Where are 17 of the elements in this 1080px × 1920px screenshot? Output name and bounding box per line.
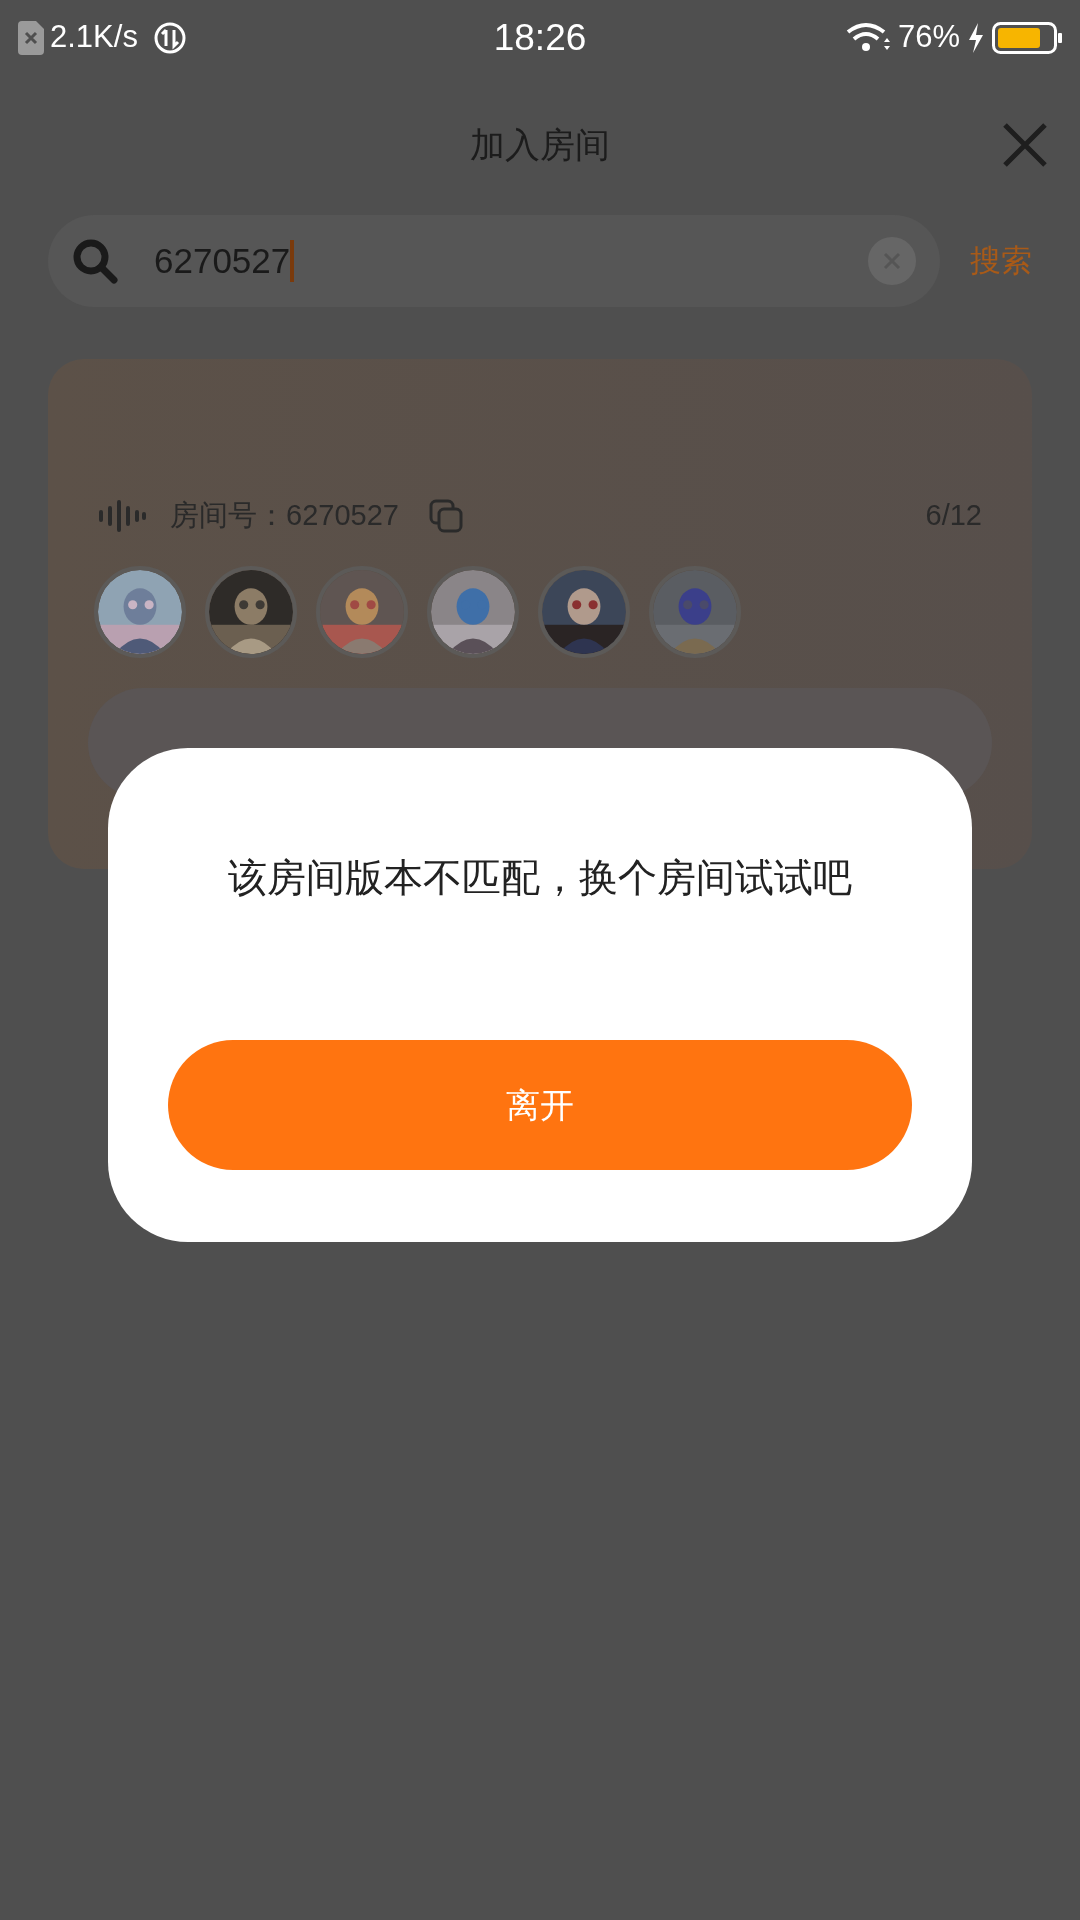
clock: 18:26 [493,15,587,60]
battery-percentage: 76% [897,18,960,57]
search-text: 6270527 [154,239,291,282]
wifi-icon [845,21,890,54]
search-icon [72,238,118,284]
text-cursor [290,240,295,282]
close-icon [1002,122,1048,168]
search-button[interactable]: 搜索 [970,237,1032,285]
data-transfer-icon [153,21,186,54]
battery-icon [992,21,1062,54]
network-speed: 2.1K/s [50,18,138,57]
copy-icon[interactable] [428,498,463,533]
leave-button[interactable]: 离开 [168,1040,912,1170]
charging-icon [968,22,984,53]
search-field[interactable]: 6270527 [48,215,940,307]
sim-card-icon [18,20,44,55]
audio-wave-icon [98,499,146,532]
